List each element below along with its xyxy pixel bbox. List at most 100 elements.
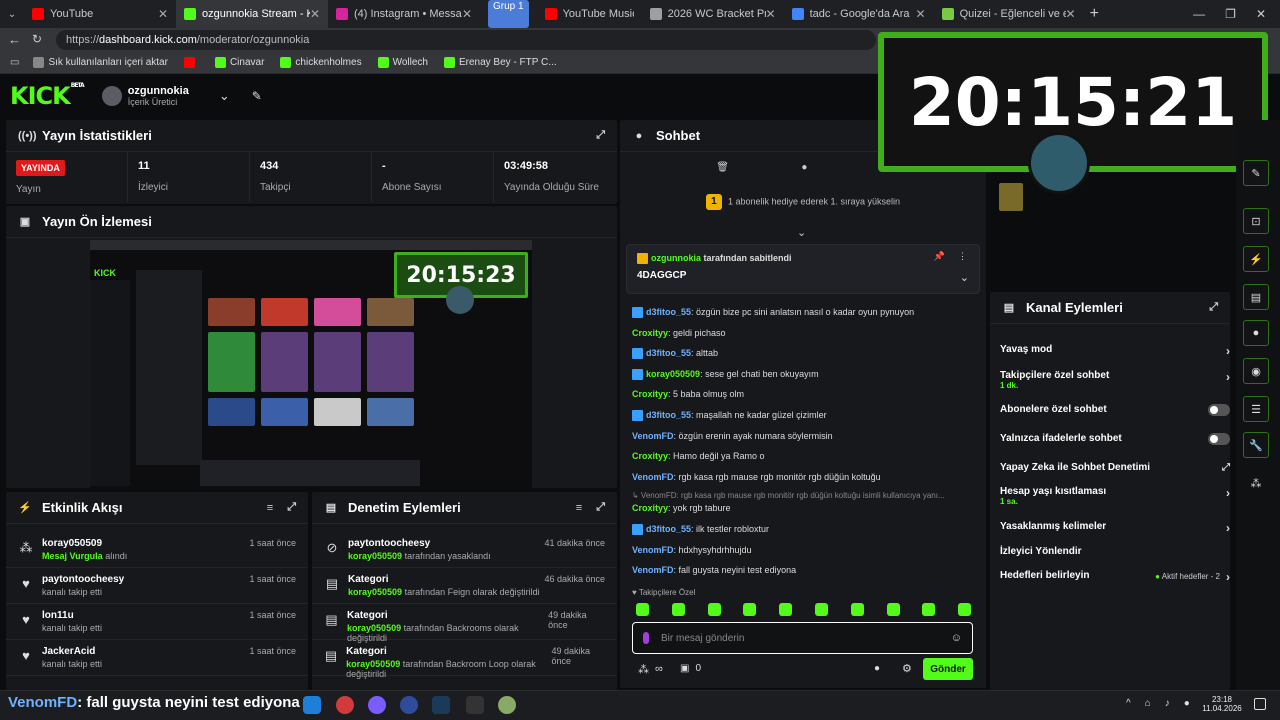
browser-tab[interactable]: 2026 WC Bracket Predictor✕ — [642, 0, 784, 28]
sidebar-points-icon[interactable]: ⁂ — [1243, 470, 1269, 496]
channel-action-item[interactable]: Hedefleri belirleyin › ● Aktif hedefler - … — [1000, 570, 1230, 584]
chat-bubble-small-icon[interactable]: ● — [874, 663, 880, 674]
emote-icon[interactable] — [636, 603, 649, 616]
expand-icon[interactable]: ⤢ — [596, 501, 605, 514]
emote-icon[interactable] — [743, 603, 757, 616]
emoji-icon[interactable]: ☺ — [951, 632, 962, 644]
speaker-icon[interactable]: ♪ — [1165, 698, 1170, 709]
bookmark-wollech[interactable]: Wollech — [377, 57, 428, 68]
filter-icon[interactable]: ≡ — [267, 502, 273, 514]
channel-action-item[interactable]: Yasaklanmış kelimeler › — [1000, 521, 1230, 535]
restore-icon[interactable]: ❐ — [1225, 7, 1236, 21]
moderation-item[interactable]: ▤ Kategori koray050509 tarafından Backroom… — [312, 640, 617, 679]
url-prefix: https:// — [66, 34, 100, 46]
gear-icon[interactable]: ⚙ — [902, 662, 912, 675]
bookmark-youtube[interactable] — [183, 57, 199, 68]
moderation-item[interactable]: ▤ Kategori koray050509 tarafından Backroom… — [312, 604, 617, 643]
tab-close-icon[interactable]: ✕ — [158, 7, 168, 21]
clock-date[interactable]: 23:18 11.04.2026 — [1200, 695, 1244, 713]
browser-tab[interactable]: Quizei - Eğlenceli ve etkileşimli q✕ — [934, 0, 1084, 28]
emote-icon[interactable] — [815, 603, 828, 616]
obs-icon[interactable] — [400, 696, 418, 714]
tab-close-icon[interactable]: ✕ — [766, 7, 776, 21]
network-icon[interactable]: ⌂ — [1145, 698, 1151, 709]
toggle-switch[interactable] — [1208, 433, 1230, 445]
send-button[interactable]: Gönder — [923, 658, 973, 680]
bookmark-chickenholmes[interactable]: chickenholmes — [280, 57, 362, 68]
channel-action-item[interactable]: Yavaş mod › — [1000, 344, 1230, 358]
sidebar-broadcast-icon[interactable]: ◉ — [1243, 358, 1269, 384]
recording-app-icon[interactable] — [336, 696, 354, 714]
new-tab-plus-icon[interactable]: + — [1090, 5, 1099, 23]
sidebar-toggle-icon[interactable]: ▭ — [10, 57, 19, 68]
epic-games-icon[interactable] — [466, 696, 484, 714]
notification-icon[interactable] — [1254, 698, 1266, 710]
tab-close-icon[interactable]: ✕ — [310, 7, 320, 21]
tab-close-icon[interactable]: ✕ — [916, 7, 926, 21]
channel-action-item[interactable]: Hesap yaşı kısıtlaması 1 sa. › — [1000, 486, 1230, 506]
sidebar-clipboard-icon[interactable]: ▤ — [1243, 284, 1269, 310]
user-switcher[interactable]: ozgunnokia İçerik Üretici ⌄ ✎ — [101, 85, 262, 107]
preview-header: ▣ Yayın Ön İzlemesi — [6, 206, 617, 238]
activity-item[interactable]: ♥ lon11u kanalı takip etti 1 saat önce — [6, 604, 308, 640]
tab-list-chevron-icon[interactable]: ⌄ — [0, 9, 24, 20]
sidebar-list-icon[interactable]: ☰ — [1243, 396, 1269, 422]
filter-icon[interactable]: ≡ — [576, 502, 582, 514]
edge-icon[interactable] — [303, 696, 321, 714]
activity-item[interactable]: ⁂ koray050509 Mesaj Vurgula alındı 1 saat ö… — [6, 532, 308, 568]
browser-tab[interactable]: (4) Instagram • Messages✕ — [328, 0, 480, 28]
discord-icon[interactable] — [368, 696, 386, 714]
expand-icon[interactable]: ⤢ — [287, 501, 296, 514]
activity-item[interactable]: ♥ JackerAcid kanalı takip etti 1 saat önce — [6, 640, 308, 676]
activity-item[interactable]: ♥ paytontoocheesy kanalı takip etti 1 saat … — [6, 568, 308, 604]
reload-icon[interactable]: ↻ — [32, 32, 42, 46]
kick-logo[interactable]: KICKBETA — [10, 82, 85, 110]
channel-action-item[interactable]: Takipçilere özel sohbet 1 dk. › — [1000, 370, 1230, 390]
moderation-item[interactable]: ▤ Kategori koray050509 tarafından Feign ol… — [312, 568, 617, 604]
sidebar-screen-icon[interactable]: ⊡ — [1243, 208, 1269, 234]
minimize-icon[interactable]: — — [1193, 7, 1205, 21]
sidebar-lightning-icon[interactable]: ⚡ — [1243, 246, 1269, 272]
points-display[interactable]: ⁂ ∞ — [638, 663, 663, 676]
url-field[interactable]: https://dashboard.kick.com/moderator/ozg… — [56, 30, 876, 50]
overlay-chat-user: VenomFD — [8, 694, 78, 711]
emote-icon[interactable] — [671, 603, 685, 616]
emote-icon[interactable] — [922, 603, 936, 616]
browser-tab[interactable]: YouTube Music — [537, 0, 642, 28]
emote-icon[interactable] — [958, 603, 972, 616]
bookmark-cinavar[interactable]: Cinavar — [214, 57, 264, 68]
browser-tab[interactable]: tadc - Google'da Ara ✕ — [784, 0, 934, 28]
moderation-item[interactable]: ⊘ paytontoocheesy koray050509 tarafından y… — [312, 532, 617, 568]
microphone-icon[interactable]: ● — [1184, 698, 1190, 709]
bookmark-erenay[interactable]: Erenay Bey - FTP C... — [443, 57, 557, 68]
channel-action-item[interactable]: Yalnızca ifadelerle sohbet — [1000, 433, 1230, 445]
tab-group-label[interactable]: Grup 1 — [488, 0, 529, 28]
chat-input[interactable]: Bir mesaj gönderin ☺ — [632, 622, 973, 654]
sidebar-edit-icon[interactable]: ✎ — [1243, 160, 1269, 186]
sidebar-wrench-icon[interactable]: 🔧 — [1243, 432, 1269, 458]
emote-icon[interactable] — [779, 603, 793, 616]
channel-action-item[interactable]: Abonelere özel sohbet — [1000, 404, 1230, 416]
channel-action-item[interactable]: İzleyici Yönlendir — [1000, 546, 1220, 557]
toggle-switch[interactable] — [1208, 404, 1230, 416]
tray-chevron-icon[interactable]: ^ — [1126, 698, 1131, 709]
app-icon[interactable] — [498, 696, 516, 714]
close-window-icon[interactable]: ✕ — [1256, 7, 1266, 21]
browser-tab[interactable]: ozgunnokia Stream - Kick Dashb✕ — [176, 0, 328, 28]
tab-close-icon[interactable]: ✕ — [462, 7, 472, 21]
channel-action-item[interactable]: Yapay Zeka ile Sohbet Denetimi ⤢ — [1000, 462, 1230, 473]
sidebar-chat-icon[interactable]: ● — [1243, 320, 1269, 346]
bookmark-import[interactable]: Sık kullanılanları içeri aktar — [33, 57, 168, 68]
emote-icon[interactable] — [850, 603, 864, 616]
stream-preview-video[interactable]: KICK 20:15:23 — [90, 240, 532, 488]
emote-icon[interactable] — [707, 603, 721, 616]
chevron-down-icon[interactable]: ⌄ — [219, 88, 230, 104]
steam-icon[interactable] — [432, 696, 450, 714]
inventory-display[interactable]: ▣ 0 — [680, 663, 701, 674]
tab-close-icon[interactable]: ✕ — [1066, 7, 1076, 21]
browser-tab[interactable]: YouTube ✕ — [24, 0, 176, 28]
pin-tool-icon[interactable]: ✎ — [252, 89, 262, 103]
emote-icon[interactable] — [886, 603, 900, 616]
back-arrow-icon[interactable]: ← — [8, 32, 21, 47]
expand-icon[interactable]: ⤢ — [596, 129, 605, 142]
